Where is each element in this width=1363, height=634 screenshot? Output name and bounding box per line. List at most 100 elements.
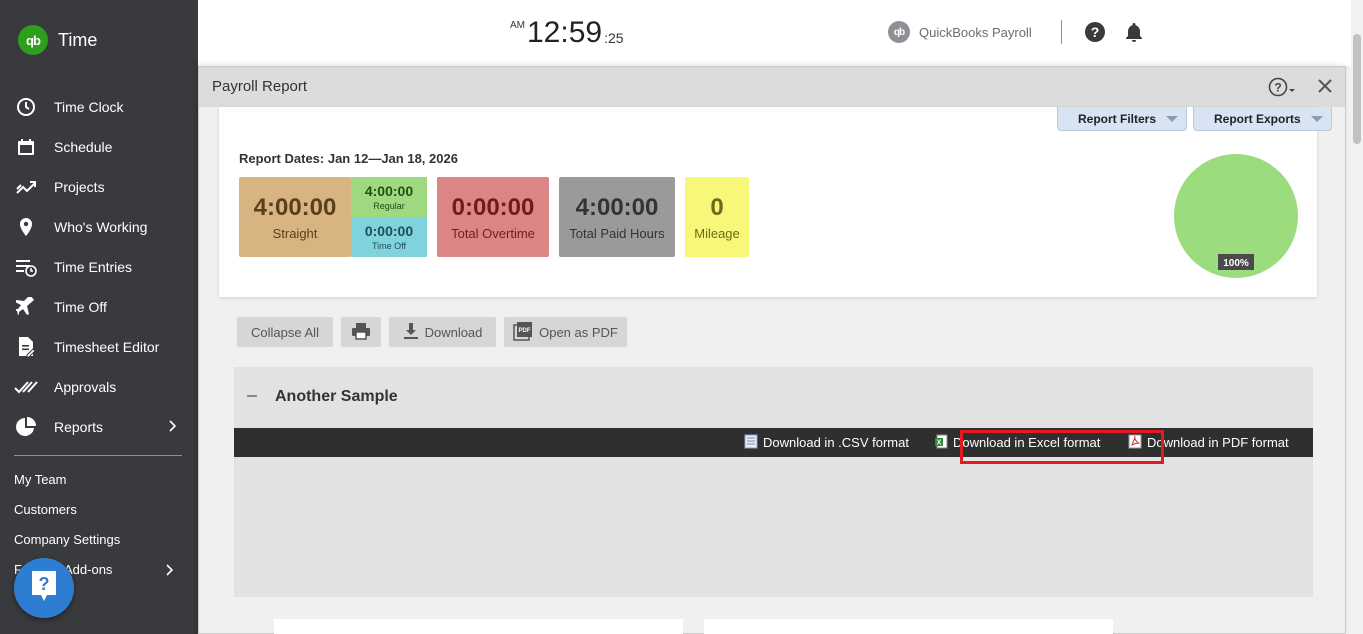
stat-label: Mileage [694,225,740,241]
hours-pie-chart: 100% [1173,153,1299,284]
stat-label: Total Paid Hours [569,225,665,241]
stat-value: 4:00:00 [253,193,337,221]
stat-value: 0:00:00 [451,193,535,221]
pdf-file-icon: PDF [513,321,533,344]
sidebar-item-timesheet-editor[interactable]: Timesheet Editor [0,327,198,367]
stat-value: 0 [710,193,724,221]
quickbooks-logo-icon: qb [888,21,910,43]
sidebar-link-customers[interactable]: Customers [14,502,77,517]
help-icon[interactable]: ? [1085,22,1105,47]
help-circle-icon: ? [1268,77,1288,102]
trend-icon [14,175,38,199]
pie-chart-icon [14,415,38,439]
sidebar-item-schedule[interactable]: Schedule [0,127,198,167]
stat-total-paid-hours: 4:00:00 Total Paid Hours [559,177,675,257]
sidebar-link-company-settings[interactable]: Company Settings [14,532,120,547]
location-pin-icon [14,215,38,239]
close-icon[interactable] [1317,78,1333,99]
svg-text:?: ? [1274,81,1281,95]
stat-time-off: 0:00:00 Time Off [351,217,427,257]
sidebar-link-my-team[interactable]: My Team [14,472,67,487]
download-pdf-label: Download in PDF format [1147,435,1289,450]
sidebar-item-projects[interactable]: Projects [0,167,198,207]
svg-text:?: ? [39,574,50,594]
download-button[interactable]: Download [389,317,496,347]
topbar-divider [1061,20,1062,44]
top-bar: AM 12:59 :25 qb QuickBooks Payroll ? [198,0,1363,66]
stat-value: 0:00:00 [364,223,414,239]
caret-down-icon [1288,81,1296,99]
calendar-icon [14,135,38,159]
clock-ampm: AM [510,20,525,31]
clock-icon [14,95,38,119]
collapse-all-label: Collapse All [251,324,319,340]
modal-title: Payroll Report [212,78,308,95]
open-as-pdf-label: Open as PDF [539,324,618,340]
sidebar-item-label: Projects [54,179,105,195]
clock-seconds: :25 [604,30,624,46]
quickbooks-payroll-link[interactable]: qb QuickBooks Payroll [888,21,1032,43]
sidebar-item-time-entries[interactable]: Time Entries [0,247,198,287]
pie-label: 100% [1223,258,1249,269]
stat-value: 4:00:00 [575,193,659,221]
report-dates: Report Dates: Jan 12—Jan 18, 2026 [239,151,458,166]
sidebar-item-time-off[interactable]: Time Off [0,287,198,327]
sidebar-divider [14,455,182,456]
double-check-icon [14,375,38,399]
report-table-card [274,619,683,634]
edit-document-icon [14,335,38,359]
scrollbar-thumb[interactable] [1353,34,1361,144]
sidebar-nav: Time Clock Schedule Projects Who's Worki… [0,87,198,447]
caret-down-icon [1311,116,1323,122]
collapse-all-button[interactable]: Collapse All [237,317,333,347]
stat-label: Regular [373,201,405,211]
sidebar-item-label: Schedule [54,139,113,155]
stat-label: Total Overtime [451,225,535,241]
sidebar-item-label: Time Off [54,299,107,315]
sidebar-item-reports[interactable]: Reports [0,407,198,447]
stat-value: 4:00:00 [364,183,414,199]
stat-total-overtime: 0:00:00 Total Overtime [437,177,549,257]
download-csv-link[interactable]: Download in .CSV format [744,428,909,457]
report-filters-button[interactable]: Report Filters [1057,107,1187,131]
airplane-icon [14,295,38,319]
section-title: Another Sample [275,388,398,405]
csv-file-icon [744,434,758,452]
svg-text:?: ? [1091,24,1100,40]
open-as-pdf-button[interactable]: PDF Open as PDF [504,317,627,347]
notifications-bell-icon[interactable] [1125,22,1143,47]
stat-regular: 4:00:00 Regular [351,177,427,217]
sidebar-item-label: Time Entries [54,259,133,275]
app-name: Time [58,29,98,50]
sidebar: qb Time Time Clock Schedule Projects Who… [0,0,198,634]
printer-icon [351,322,371,343]
download-csv-label: Download in .CSV format [763,435,909,450]
brand[interactable]: qb Time [18,25,97,55]
stat-label: Straight [272,225,318,241]
chevron-right-icon [165,563,174,581]
stat-label: Time Off [371,241,406,251]
report-filters-label: Report Filters [1078,111,1157,126]
print-button[interactable] [341,317,381,347]
stat-mileage: 0 Mileage [685,177,749,257]
time-entries-icon [14,255,38,279]
sidebar-item-label: Time Clock [54,99,124,115]
question-bubble-icon: ? [29,569,59,608]
report-exports-label: Report Exports [1214,111,1301,126]
section-collapse-toggle[interactable] [247,395,257,397]
excel-file-icon: X [934,434,948,452]
modal-help-dropdown[interactable]: ? [1268,77,1296,102]
sidebar-item-label: Reports [54,419,104,435]
page-scrollbar[interactable] [1351,0,1363,634]
download-icon [403,322,419,343]
sidebar-item-time-clock[interactable]: Time Clock [0,87,198,127]
svg-text:X: X [937,439,942,446]
sidebar-item-label: Approvals [54,379,117,395]
report-exports-button[interactable]: Report Exports [1193,107,1332,131]
sidebar-item-label: Who's Working [54,219,148,235]
sidebar-item-approvals[interactable]: Approvals [0,367,198,407]
sidebar-item-label: Timesheet Editor [54,339,160,355]
sidebar-item-whos-working[interactable]: Who's Working [0,207,198,247]
help-chat-button[interactable]: ? [14,558,74,618]
report-table-card [704,619,1113,634]
